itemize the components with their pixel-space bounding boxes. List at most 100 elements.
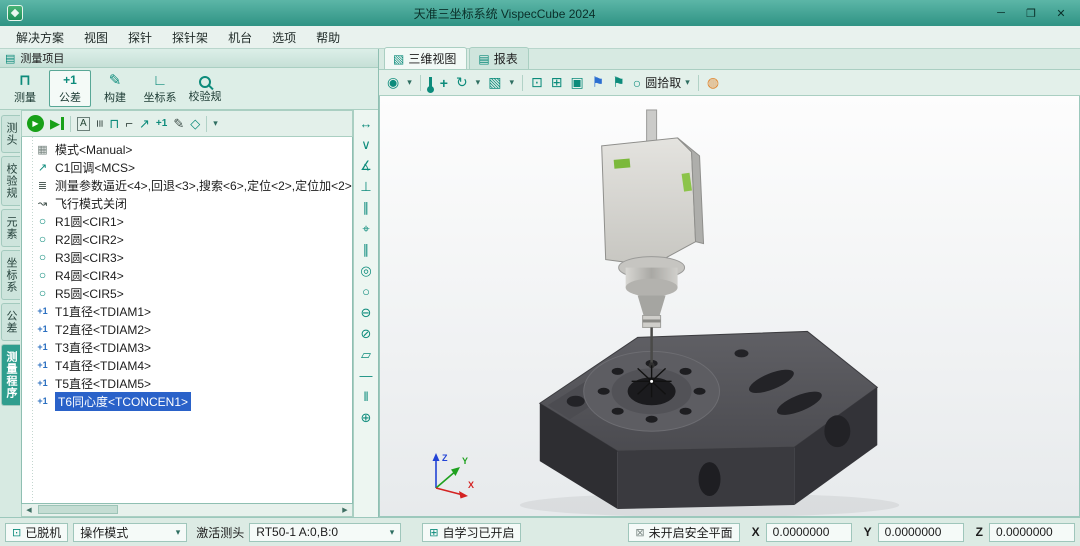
circle-feature-icon: ○	[35, 214, 50, 228]
auto-feature-button[interactable]: A	[77, 117, 90, 131]
tree-item[interactable]: ▦ 模式<Manual>	[27, 140, 352, 158]
probe-icon[interactable]	[429, 77, 432, 89]
tab-measure-program[interactable]: 测量程序	[1, 344, 20, 406]
tab-probe[interactable]: 测头	[1, 115, 20, 153]
move-point-button[interactable]: ⌐	[125, 116, 133, 131]
step-run-button[interactable]: ▶	[50, 117, 64, 130]
active-probe-select[interactable]: RT50-1 A:0,B:0 ▾	[249, 523, 401, 542]
operation-mode-value: 操作模式	[80, 524, 128, 541]
menu-view[interactable]: 视图	[74, 26, 118, 49]
scroll-left-icon[interactable]: ◀	[22, 506, 36, 514]
symmetry-icon[interactable]: ‖	[363, 389, 368, 404]
concentricity-icon[interactable]: ◎	[360, 263, 371, 278]
path-button[interactable]: ↗	[139, 116, 150, 131]
scroll-right-icon[interactable]: ▶	[338, 506, 352, 514]
circle-pick-select[interactable]: ○ 圆拾取 ▾	[633, 74, 690, 91]
angle-tolerance-icon[interactable]: ∡	[360, 158, 372, 173]
true-position-icon[interactable]: ⊕	[361, 410, 372, 425]
menu-probe-rack[interactable]: 探针架	[162, 26, 218, 49]
angle-between-icon[interactable]: ∨	[361, 137, 371, 152]
tree-item[interactable]: +1 T1直径<TDIAM1>	[27, 302, 352, 320]
tree-item[interactable]: ↗ C1回调<MCS>	[27, 158, 352, 176]
distance-tolerance-icon[interactable]: ↔	[360, 116, 373, 131]
tree-item[interactable]: ↝ 飞行模式关闭	[27, 194, 352, 212]
menu-help[interactable]: 帮助	[306, 26, 350, 49]
pan-icon[interactable]: +	[440, 75, 448, 91]
minimize-button[interactable]: ─	[986, 3, 1016, 23]
zoom-region-icon[interactable]: ⊞	[551, 74, 563, 91]
offline-label: 已脱机	[25, 524, 61, 541]
tree-item-selected[interactable]: +1 T6同心度<TCONCEN1>	[27, 392, 352, 410]
straightness-icon[interactable]: —	[360, 368, 373, 383]
tab-coordinate-system[interactable]: 坐标系	[1, 250, 20, 300]
measure-button[interactable]: ⊓ 测量	[4, 70, 46, 107]
position-tolerance-icon[interactable]: ⌖	[362, 221, 369, 236]
tab-elements[interactable]: 元素	[1, 209, 20, 247]
tab-3d-view[interactable]: ▧ 三维视图	[384, 47, 467, 69]
snapshot-icon[interactable]: ▣	[570, 74, 583, 91]
3d-viewport[interactable]: Z Y X	[379, 96, 1080, 517]
status-bar: ⊡ 已脱机 操作模式 ▾ 激活测头 RT50-1 A:0,B:0 ▾ ⊞ 自学习…	[0, 517, 1080, 546]
caliper-tool-button[interactable]: ⊓	[109, 116, 119, 131]
y-axis-label: Y	[462, 456, 468, 466]
tree-item[interactable]: ○ R3圆<CIR3>	[27, 248, 352, 266]
chevron-down-icon[interactable]: ▾	[476, 77, 481, 88]
operation-mode-select[interactable]: 操作模式 ▾	[73, 523, 187, 542]
menu-machine[interactable]: 机台	[218, 26, 262, 49]
chevron-down-icon[interactable]: ▾	[509, 77, 514, 88]
maximize-button[interactable]: ❐	[1016, 3, 1046, 23]
tab-report[interactable]: ▤ 报表	[469, 47, 528, 69]
eye-icon[interactable]: ◉	[387, 74, 399, 91]
menu-solution[interactable]: 解决方案	[6, 26, 74, 49]
main-content: ▤ 测量项目 ⊓ 测量 +1 公差 ✎ 构建 ∟ 坐标系 校验规	[0, 49, 1080, 517]
runout-icon[interactable]: ⊘	[361, 326, 372, 341]
fit-view-icon[interactable]: ⊡	[531, 74, 543, 91]
scrollbar-track[interactable]	[36, 504, 338, 516]
rotate-icon[interactable]: ↻	[456, 74, 468, 91]
scrollbar-thumb[interactable]	[38, 505, 118, 514]
chevron-down-icon[interactable]: ▾	[407, 77, 412, 88]
tab-tolerance[interactable]: 公差	[1, 303, 20, 341]
tree-item[interactable]: ○ R2圆<CIR2>	[27, 230, 352, 248]
close-button[interactable]: ✕	[1046, 3, 1076, 23]
title-bar: 天准三坐标系统 VispecCube 2024 ─ ❐ ✕	[0, 0, 1080, 26]
view-cube-icon[interactable]: ▧	[488, 74, 501, 91]
parallelism-icon[interactable]: ∥	[363, 200, 370, 215]
tree-item[interactable]: +1 T2直径<TDIAM2>	[27, 320, 352, 338]
fly-mode-button[interactable]: ◇	[190, 116, 200, 131]
horizontal-scrollbar[interactable]: ◀ ▶	[21, 504, 353, 517]
tree-item[interactable]: +1 T5直径<TDIAM5>	[27, 374, 352, 392]
construct-button[interactable]: ✎ 构建	[94, 70, 136, 107]
tree-item[interactable]: ○ R4圆<CIR4>	[27, 266, 352, 284]
tree-item[interactable]: ○ R5圆<CIR5>	[27, 284, 352, 302]
play-icon: ▶	[32, 119, 38, 128]
toolbar-overflow-button[interactable]: ▾	[213, 118, 218, 129]
flag-teal-icon[interactable]: ⚑	[612, 74, 625, 91]
tree-item[interactable]: ≣ 测量参数逼近<4>,回退<3>,搜索<6>,定位<2>,定位加<2>,测	[27, 176, 352, 194]
perpendicularity-icon[interactable]: ⊥	[360, 179, 371, 194]
y-value-text: 0.0000000	[885, 525, 942, 539]
self-learn-icon: ⊞	[429, 526, 438, 539]
menu-probe[interactable]: 探针	[118, 26, 162, 49]
measure-params-button[interactable]: ≡	[92, 120, 107, 128]
tolerance-label: 公差	[59, 89, 81, 105]
flag-icon[interactable]: ⚑	[592, 74, 605, 91]
tolerance-button[interactable]: +1 公差	[49, 70, 91, 107]
circle-icon: ○	[633, 75, 641, 91]
run-button[interactable]: ▶	[27, 115, 44, 132]
tab-gauge[interactable]: 校验规	[1, 156, 20, 206]
cylindricity-icon[interactable]: ⊖	[361, 305, 372, 320]
gauge-check-button[interactable]: 校验规	[184, 70, 226, 107]
menu-options[interactable]: 选项	[262, 26, 306, 49]
quick-tolerance-button[interactable]: +1	[156, 116, 167, 131]
tree-item[interactable]: ○ R1圆<CIR1>	[27, 212, 352, 230]
coordinate-system-button[interactable]: ∟ 坐标系	[139, 70, 181, 107]
edit-button[interactable]: ✎	[173, 116, 184, 131]
tree-item[interactable]: +1 T3直径<TDIAM3>	[27, 338, 352, 356]
stop-icon[interactable]: ◍	[707, 74, 719, 91]
parallel-distance-icon[interactable]: ∥	[363, 242, 370, 257]
flatness-icon[interactable]: ▱	[361, 347, 371, 362]
roundness-icon[interactable]: ○	[362, 284, 370, 299]
tree-item[interactable]: +1 T4直径<TDIAM4>	[27, 356, 352, 374]
construct-label: 构建	[104, 89, 126, 105]
